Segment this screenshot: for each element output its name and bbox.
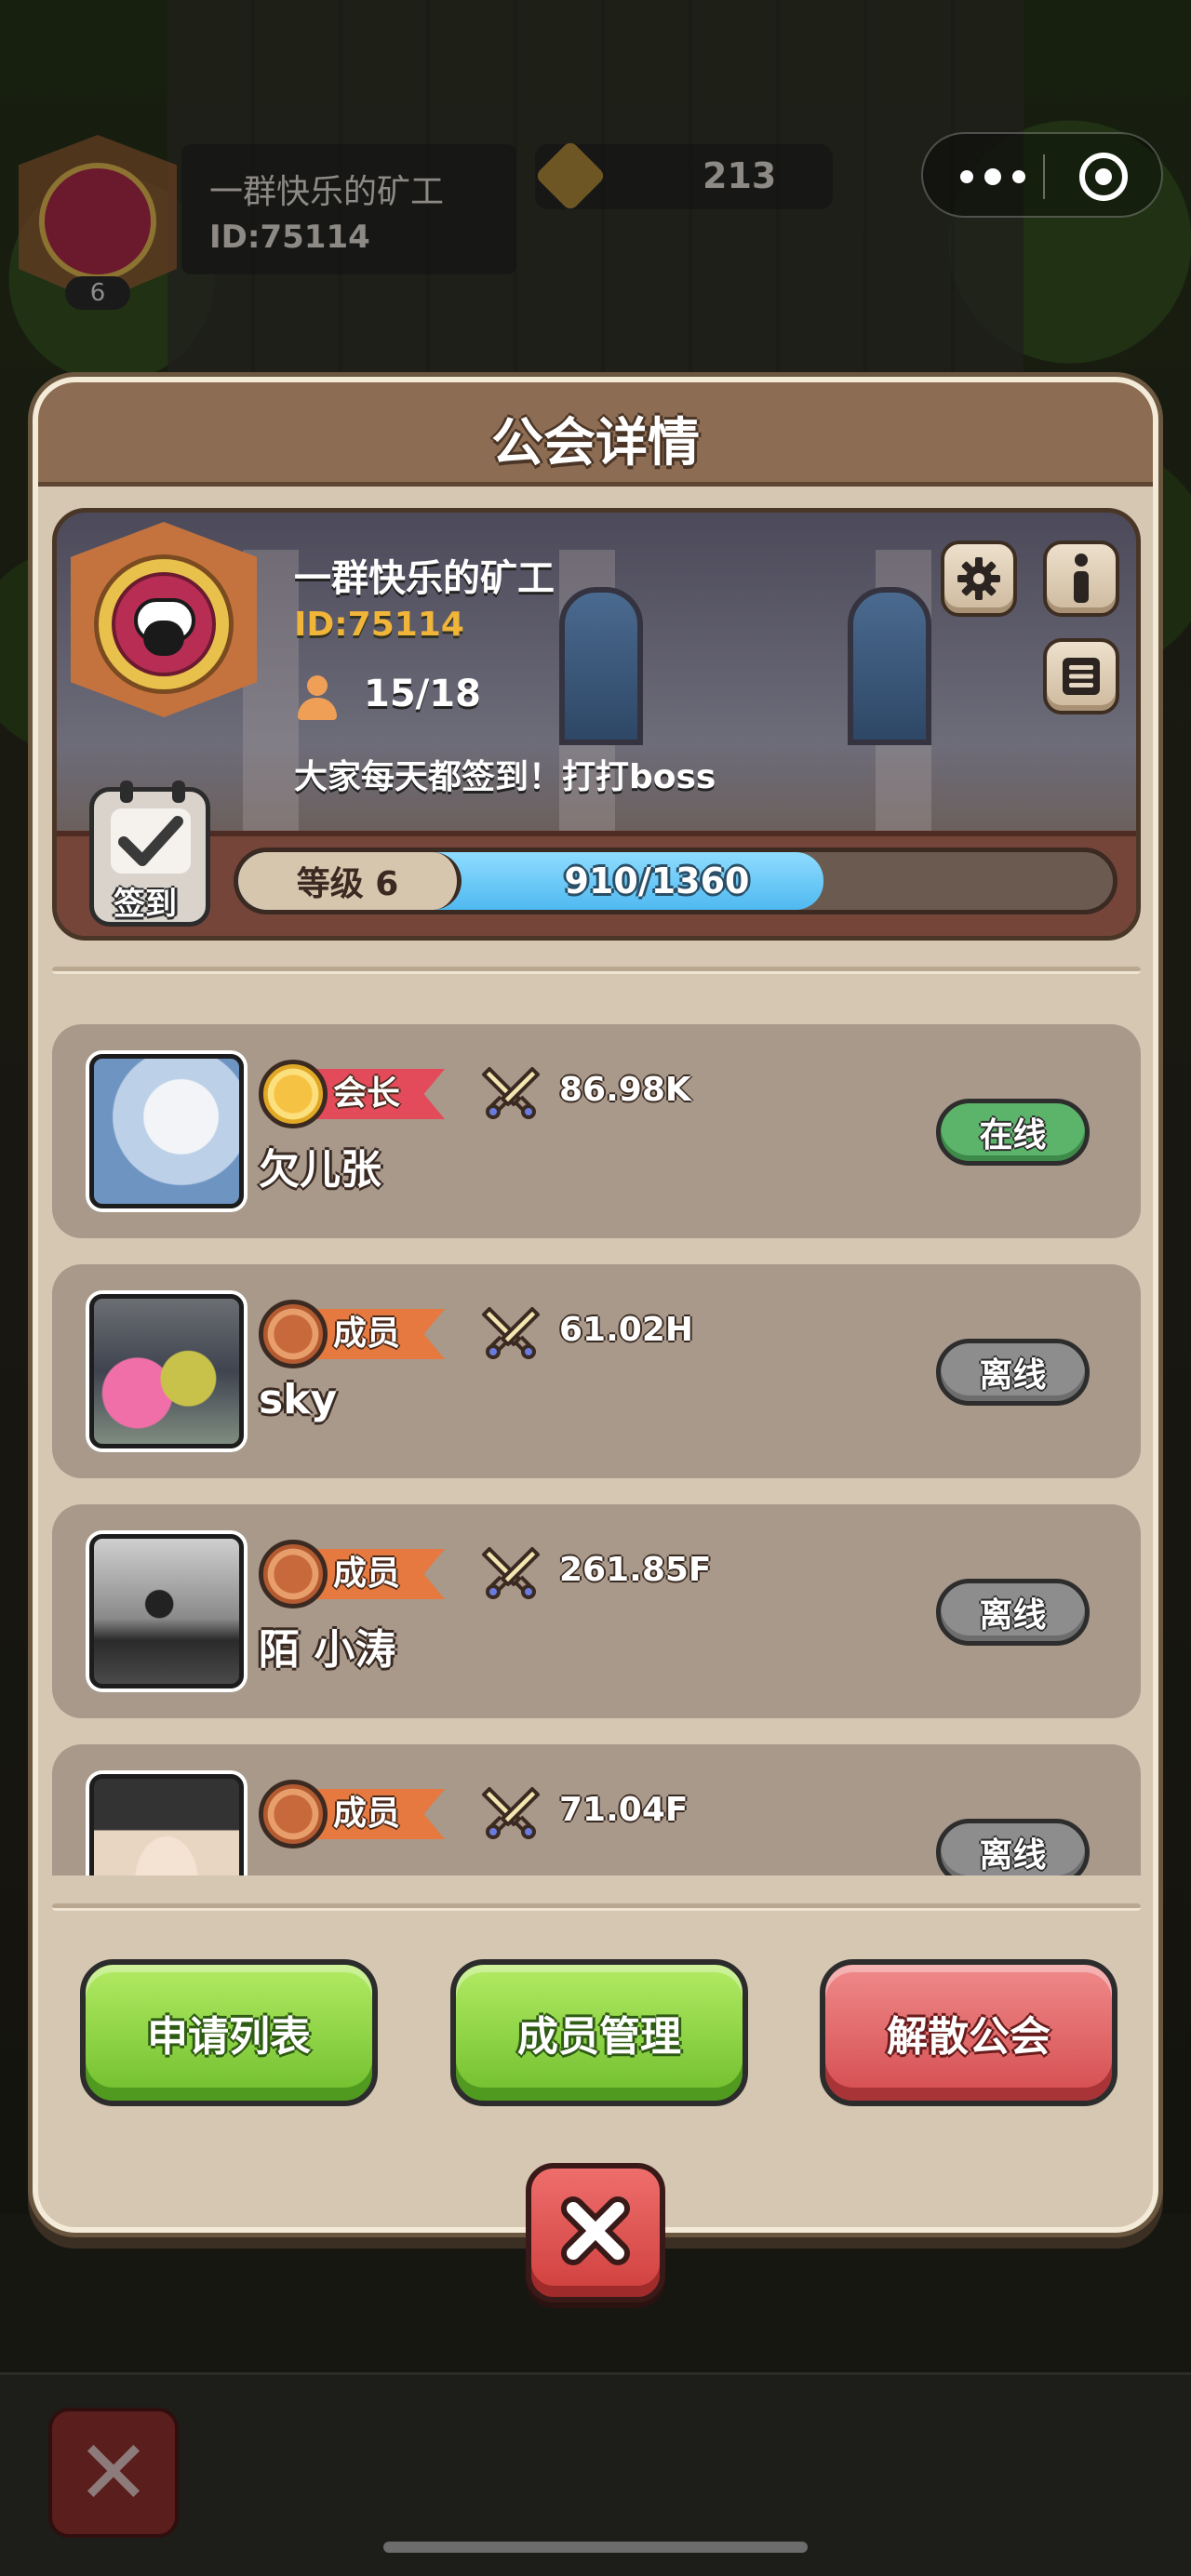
info-icon: [1063, 553, 1100, 605]
member-manage-button[interactable]: 成员管理: [450, 1959, 748, 2106]
crown-count: 213: [703, 155, 777, 196]
hud-guild-level: 6: [65, 276, 130, 310]
crossed-swords-icon: [478, 1780, 543, 1845]
list-icon: [1060, 655, 1103, 698]
guild-exp-bar: 等级 6 910/1360: [234, 848, 1117, 914]
capsule-divider: [1043, 154, 1045, 199]
hud-guild-info: 6 一群快乐的矿工 ID:75114: [19, 135, 516, 310]
divider: [52, 1903, 1141, 1911]
guild-id: ID:75114: [294, 606, 464, 644]
guild-details-panel: 公会详情 一群快乐的矿工 ID:75114 15/18 大家每天都签到！打打bo…: [33, 377, 1158, 2233]
gold-medal-icon: [259, 1060, 328, 1128]
disband-guild-button[interactable]: 解散公会: [820, 1959, 1117, 2106]
guild-member-count: 15/18: [364, 673, 481, 715]
guild-emblem-ring: [94, 554, 234, 694]
checkin-label: 签到: [114, 886, 177, 923]
role-label: 成员: [333, 1555, 401, 1593]
role-badge: 会长: [259, 1060, 445, 1128]
power-value: 71.04F: [559, 1791, 689, 1829]
settings-button[interactable]: [941, 541, 1017, 617]
power-value: 86.98K: [559, 1071, 691, 1109]
exp-text: 910/1360: [564, 861, 750, 901]
member-row[interactable]: 成员 261.85F 陌 小涛 离线: [52, 1504, 1141, 1718]
bronze-medal-icon: [259, 1300, 328, 1368]
hud-crown-counter: 213: [534, 140, 833, 212]
member-list[interactable]: 会长 86.98K 欠儿张 在线 成员 61.02H sky 离线 成员 261…: [52, 1024, 1141, 1875]
panel-title: 公会详情: [491, 413, 700, 474]
avatar[interactable]: [89, 1054, 244, 1208]
role-badge: 成员: [259, 1780, 445, 1849]
guild-level-label: 等级 6: [238, 852, 462, 910]
avatar[interactable]: [89, 1534, 244, 1688]
status-badge: 离线: [936, 1579, 1090, 1646]
hud-name-box: 一群快乐的矿工 ID:75114: [181, 144, 516, 274]
member-row[interactable]: 成员 61.02H sky 离线: [52, 1264, 1141, 1478]
member-name: 欠儿张: [259, 1146, 381, 1194]
avatar[interactable]: [89, 1774, 244, 1875]
guild-name: 一群快乐的矿工: [294, 557, 555, 600]
apply-list-button[interactable]: 申请列表: [80, 1959, 378, 2106]
sheep-icon: [112, 572, 216, 676]
crossed-swords-icon: [478, 1300, 543, 1365]
role-badge: 成员: [259, 1300, 445, 1368]
role-label: 成员: [333, 1795, 401, 1833]
close-icon: ✕: [75, 2421, 152, 2525]
checkin-button[interactable]: 签到: [89, 781, 210, 927]
list-button[interactable]: [1043, 638, 1119, 714]
hall-window: [848, 587, 931, 745]
bottom-close-button[interactable]: ✕: [48, 2408, 179, 2538]
crossed-swords-icon: [478, 1060, 543, 1125]
avatar[interactable]: [89, 1294, 244, 1448]
target-icon[interactable]: [1079, 153, 1128, 201]
person-icon: [294, 675, 341, 722]
home-indicator[interactable]: [383, 2542, 808, 2553]
miniapp-capsule: [921, 132, 1163, 218]
status-badge: 在线: [936, 1099, 1090, 1166]
bronze-medal-icon: [259, 1780, 328, 1849]
power-value: 61.02H: [559, 1311, 693, 1349]
status-badge: 离线: [936, 1339, 1090, 1406]
guild-card: 一群快乐的矿工 ID:75114 15/18 大家每天都签到！打打boss 签到…: [52, 508, 1141, 941]
member-row[interactable]: 成员 71.04F 离线: [52, 1744, 1141, 1875]
hud-guild-name: 一群快乐的矿工: [209, 173, 445, 211]
crown-icon: [534, 140, 607, 212]
hall-window: [559, 587, 643, 745]
gear-icon: [956, 555, 1002, 602]
member-name: 陌 小涛: [259, 1626, 396, 1674]
close-button[interactable]: [526, 2163, 665, 2302]
role-label: 会长: [333, 1074, 401, 1113]
power-value: 261.85F: [559, 1551, 712, 1589]
info-button[interactable]: [1043, 541, 1119, 617]
more-icon[interactable]: [960, 160, 1025, 194]
divider: [52, 967, 1141, 974]
role-label: 成员: [333, 1315, 401, 1353]
crossed-swords-icon: [478, 1540, 543, 1605]
status-badge: 离线: [936, 1819, 1090, 1875]
guild-description: 大家每天都签到！打打boss: [294, 758, 716, 796]
member-row[interactable]: 会长 86.98K 欠儿张 在线: [52, 1024, 1141, 1238]
role-badge: 成员: [259, 1540, 445, 1608]
hud-guild-id: ID:75114: [209, 219, 370, 256]
hud-emblem-inner: [39, 163, 156, 280]
bronze-medal-icon: [259, 1540, 328, 1608]
close-icon: [558, 2194, 633, 2272]
member-name: sky: [259, 1376, 338, 1423]
panel-header: 公会详情: [38, 382, 1153, 487]
